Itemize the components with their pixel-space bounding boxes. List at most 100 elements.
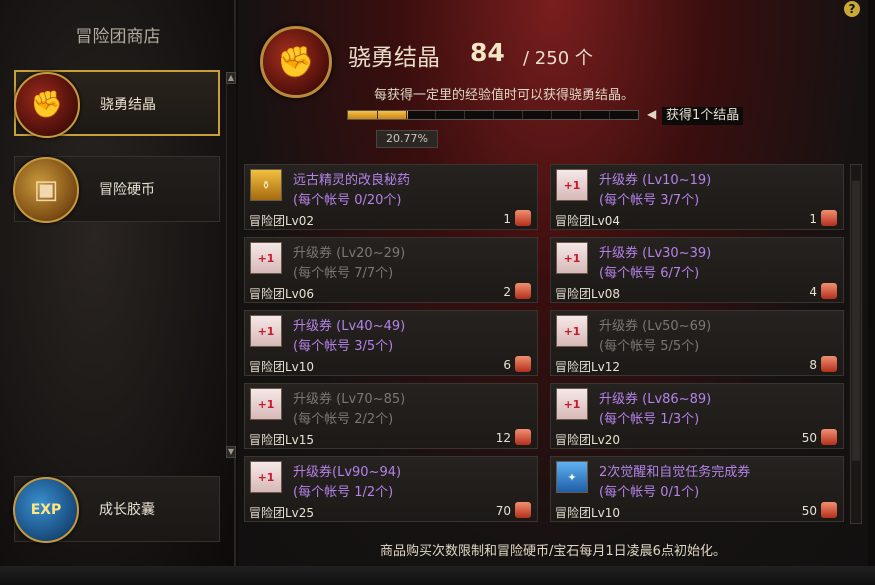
reward-label: 获得1个结晶 <box>662 107 744 125</box>
item-purchase-limit: (每个帐号 0/1个) <box>599 485 700 500</box>
shop-item[interactable]: ✦ 2次觉醒和自觉任务完成券 (每个帐号 0/1个) 冒险团Lv10 50 <box>550 456 844 522</box>
shop-item[interactable]: +1 升级券 (Lv10~19) (每个帐号 3/7个) 冒险团Lv04 1 <box>550 164 844 230</box>
progress-tick <box>493 111 494 119</box>
progress-tick <box>580 111 581 119</box>
level-ticket-icon: +1 <box>250 315 282 347</box>
progress-tick <box>406 111 407 119</box>
sidebar-item-growth-capsule[interactable]: EXP 成长胶囊 <box>13 476 220 543</box>
item-purchase-limit: (每个帐号 0/20个) <box>293 193 402 208</box>
crystal-currency-icon <box>515 210 531 226</box>
item-name: 升级券 (Lv86~89) <box>599 392 712 407</box>
scroll-up-button[interactable]: ▲ <box>226 72 236 84</box>
scroll-down-button[interactable]: ▼ <box>226 446 236 458</box>
item-required-level: 冒险团Lv25 <box>249 506 315 520</box>
shop-item[interactable]: +1 升级券 (Lv30~39) (每个帐号 6/7个) 冒险团Lv08 4 <box>550 237 844 303</box>
progress-tick <box>609 111 610 119</box>
fist-crystal-icon: ✊ <box>14 72 80 138</box>
crystal-currency-icon <box>821 356 837 372</box>
item-price: 1 <box>809 212 817 226</box>
level-ticket-icon: +1 <box>556 388 588 420</box>
item-name: 升级券(Lv90~94) <box>293 465 402 480</box>
crystal-currency-icon <box>515 283 531 299</box>
item-price: 12 <box>495 431 511 445</box>
item-purchase-limit: (每个帐号 3/5个) <box>293 339 394 354</box>
level-ticket-icon: +1 <box>556 315 588 347</box>
shop-item[interactable]: +1 升级券 (Lv40~49) (每个帐号 3/5个) 冒险团Lv10 6 <box>244 310 538 376</box>
shop-item-grid: ⚱ 远古精灵的改良秘药 (每个帐号 0/20个) 冒险团Lv02 1 +1 升级券 (Lv1… <box>244 164 844 526</box>
potion-icon: ⚱ <box>250 169 282 201</box>
item-purchase-limit: (每个帐号 1/2个) <box>293 485 394 500</box>
progress-tick <box>464 111 465 119</box>
item-required-level: 冒险团Lv15 <box>249 433 315 447</box>
shop-item[interactable]: +1 升级券 (Lv50~69) (每个帐号 5/5个) 冒险团Lv12 8 <box>550 310 844 376</box>
item-purchase-limit: (每个帐号 3/7个) <box>599 193 700 208</box>
item-purchase-limit: (每个帐号 6/7个) <box>599 266 700 281</box>
bottom-strip <box>0 566 875 585</box>
item-required-level: 冒险团Lv10 <box>249 360 315 374</box>
shop-sidebar: 冒险团商店 ✊ 骁勇结晶 ▣ 冒险硬币 EXP 成长胶囊 ▲ ▼ <box>0 0 236 585</box>
item-price: 2 <box>503 285 511 299</box>
scrollbar-thumb[interactable] <box>852 181 860 461</box>
item-required-level: 冒险团Lv12 <box>555 360 621 374</box>
item-required-level: 冒险团Lv02 <box>249 214 315 228</box>
item-required-level: 冒险团Lv20 <box>555 433 621 447</box>
shop-item[interactable]: +1 升级券 (Lv86~89) (每个帐号 1/3个) 冒险团Lv20 50 <box>550 383 844 449</box>
item-required-level: 冒险团Lv04 <box>555 214 621 228</box>
item-name: 远古精灵的改良秘药 <box>293 173 411 188</box>
progress-tick <box>551 111 552 119</box>
progress-percent: 20.77% <box>376 130 438 148</box>
progress-tick <box>522 111 523 119</box>
item-purchase-limit: (每个帐号 1/3个) <box>599 412 700 427</box>
currency-description: 每获得一定里的经验值时可以获得骁勇结晶。 <box>374 88 635 103</box>
item-price: 4 <box>809 285 817 299</box>
level-ticket-icon: +1 <box>250 388 282 420</box>
sidebar-item-label: 成长胶囊 <box>99 502 155 518</box>
shop-item[interactable]: ⚱ 远古精灵的改良秘药 (每个帐号 0/20个) 冒险团Lv02 1 <box>244 164 538 230</box>
sidebar-item-label: 骁勇结晶 <box>100 97 156 113</box>
item-required-level: 冒险团Lv06 <box>249 287 315 301</box>
shop-item[interactable]: +1 升级券(Lv90~94) (每个帐号 1/2个) 冒险团Lv25 70 <box>244 456 538 522</box>
item-name: 升级券 (Lv30~39) <box>599 246 712 261</box>
item-price: 1 <box>503 212 511 226</box>
shop-item[interactable]: +1 升级券 (Lv70~85) (每个帐号 2/2个) 冒险团Lv15 12 <box>244 383 538 449</box>
item-required-level: 冒险团Lv08 <box>555 287 621 301</box>
item-purchase-limit: (每个帐号 5/5个) <box>599 339 700 354</box>
item-price: 6 <box>503 358 511 372</box>
adventure-shop-window: 冒险团商店 ✊ 骁勇结晶 ▣ 冒险硬币 EXP 成长胶囊 ▲ ▼ ? ✊ 骁勇结… <box>0 0 875 585</box>
crystal-currency-icon <box>821 283 837 299</box>
level-ticket-icon: +1 <box>250 242 282 274</box>
item-name: 升级券 (Lv50~69) <box>599 319 712 334</box>
shop-title: 冒险团商店 <box>75 27 161 47</box>
level-ticket-icon: +1 <box>556 242 588 274</box>
item-required-level: 冒险团Lv10 <box>555 506 621 520</box>
item-name: 升级券 (Lv10~19) <box>599 173 712 188</box>
treasure-chest-icon: ▣ <box>13 157 79 223</box>
item-name: 升级券 (Lv70~85) <box>293 392 406 407</box>
shop-item[interactable]: +1 升级券 (Lv20~29) (每个帐号 7/7个) 冒险团Lv06 2 <box>244 237 538 303</box>
crystal-currency-icon <box>821 502 837 518</box>
progress-tick <box>435 111 436 119</box>
progress-tick <box>377 111 378 119</box>
sidebar-scrollbar[interactable]: ▲ ▼ <box>226 72 236 458</box>
item-price: 8 <box>809 358 817 372</box>
level-ticket-icon: +1 <box>556 169 588 201</box>
shop-main-panel: ? ✊ 骁勇结晶 84 / 250 个 每获得一定里的经验值时可以获得骁勇结晶。… <box>238 0 868 566</box>
reset-notice: 商品购买次数限制和冒险硬币/宝石每月1日凌晨6点初始化。 <box>380 544 726 559</box>
item-price: 50 <box>801 431 817 445</box>
item-purchase-limit: (每个帐号 2/2个) <box>293 412 394 427</box>
item-list-scrollbar[interactable] <box>850 164 862 524</box>
fist-crystal-icon: ✊ <box>260 26 332 98</box>
exp-progress-bar <box>347 110 639 120</box>
sidebar-item-adventure-coin[interactable]: ▣ 冒险硬币 <box>13 156 220 223</box>
crystal-currency-icon <box>821 210 837 226</box>
exp-capsule-icon: EXP <box>13 477 79 543</box>
sidebar-item-valor-crystal[interactable]: ✊ 骁勇结晶 <box>14 70 220 138</box>
currency-total: / 250 个 <box>523 48 593 69</box>
progress-fill <box>348 111 409 119</box>
level-ticket-icon: +1 <box>250 461 282 493</box>
item-price: 70 <box>495 504 511 518</box>
sidebar-item-label: 冒险硬币 <box>99 182 155 198</box>
arrow-left-icon: ◀ <box>647 107 657 121</box>
help-icon[interactable]: ? <box>844 1 860 17</box>
item-name: 2次觉醒和自觉任务完成券 <box>599 465 751 480</box>
